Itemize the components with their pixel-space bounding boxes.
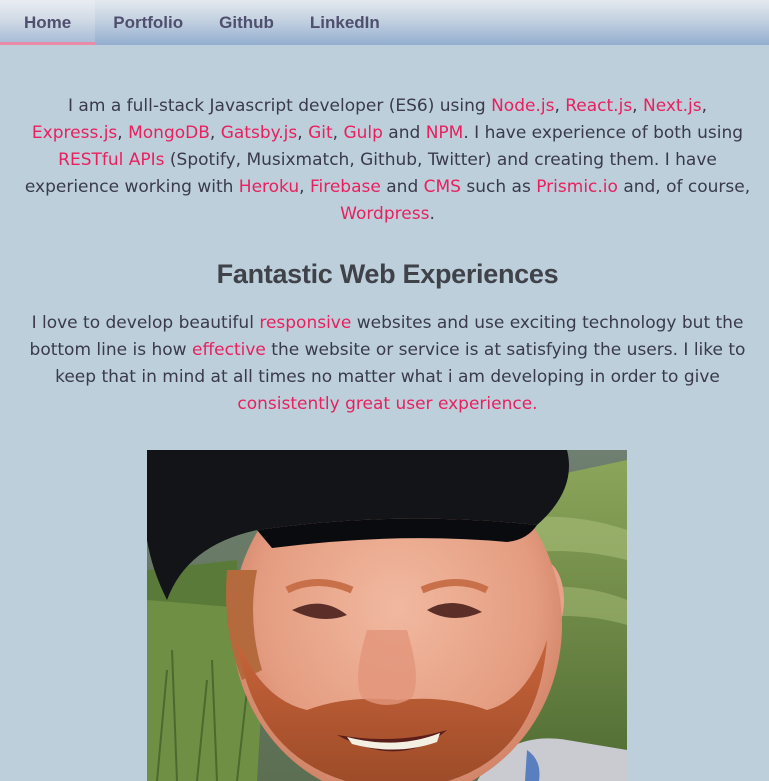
- top-navigation: Home Portfolio Github LinkedIn: [0, 0, 769, 45]
- main-content: I am a full-stack Javascript developer (…: [20, 93, 755, 418]
- skill-nextjs: Next.js: [642, 96, 702, 116]
- intro-text: such as: [460, 177, 537, 197]
- skill-firebase: Firebase: [309, 177, 381, 197]
- intro-text: .: [429, 204, 435, 224]
- nav-github-link[interactable]: Github: [201, 0, 292, 45]
- keyword-responsive: responsive: [259, 313, 352, 333]
- philosophy-paragraph: I love to develop beautiful responsive w…: [20, 310, 755, 418]
- nav-linkedin-link[interactable]: LinkedIn: [292, 0, 398, 45]
- keyword-effective: effective: [191, 340, 266, 360]
- intro-text: and: [380, 177, 424, 197]
- skill-reactjs: React.js: [565, 96, 633, 116]
- skill-expressjs: Express.js: [31, 123, 118, 143]
- separator: ,: [117, 123, 129, 143]
- separator: ,: [701, 96, 707, 116]
- separator: ,: [554, 96, 566, 116]
- intro-text: and, of course,: [617, 177, 751, 197]
- keyword-consistent-experience: consistently great user experience.: [237, 394, 538, 414]
- separator: ,: [297, 123, 309, 143]
- skill-cms: CMS: [423, 177, 461, 197]
- skill-gatsbyjs: Gatsby.js: [220, 123, 298, 143]
- skill-wordpress: Wordpress: [340, 204, 430, 224]
- nav-home-link[interactable]: Home: [0, 0, 96, 45]
- separator: ,: [332, 123, 344, 143]
- separator: ,: [209, 123, 221, 143]
- section-heading: Fantastic Web Experiences: [216, 259, 559, 289]
- intro-paragraph: I am a full-stack Javascript developer (…: [20, 93, 755, 228]
- skill-git: Git: [308, 123, 333, 143]
- skill-restful-apis: RESTful APIs: [58, 150, 165, 170]
- skill-heroku: Heroku: [238, 177, 300, 197]
- separator: ,: [632, 96, 643, 116]
- skill-prismic: Prismic.io: [536, 177, 618, 197]
- skill-mongodb: MongoDB: [128, 123, 210, 143]
- profile-photo: [147, 450, 627, 781]
- skill-npm: NPM: [425, 123, 464, 143]
- skill-gulp: Gulp: [343, 123, 383, 143]
- philosophy-text: I love to develop beautiful: [31, 313, 260, 333]
- intro-text: I am a full-stack Javascript developer (…: [68, 96, 492, 116]
- intro-text: and: [382, 123, 426, 143]
- separator: ,: [299, 177, 310, 197]
- profile-photo-illustration: [147, 450, 627, 781]
- skill-nodejs: Node.js: [491, 96, 555, 116]
- nav-portfolio-link[interactable]: Portfolio: [95, 0, 201, 45]
- intro-text: . I have experience of both using: [463, 123, 744, 143]
